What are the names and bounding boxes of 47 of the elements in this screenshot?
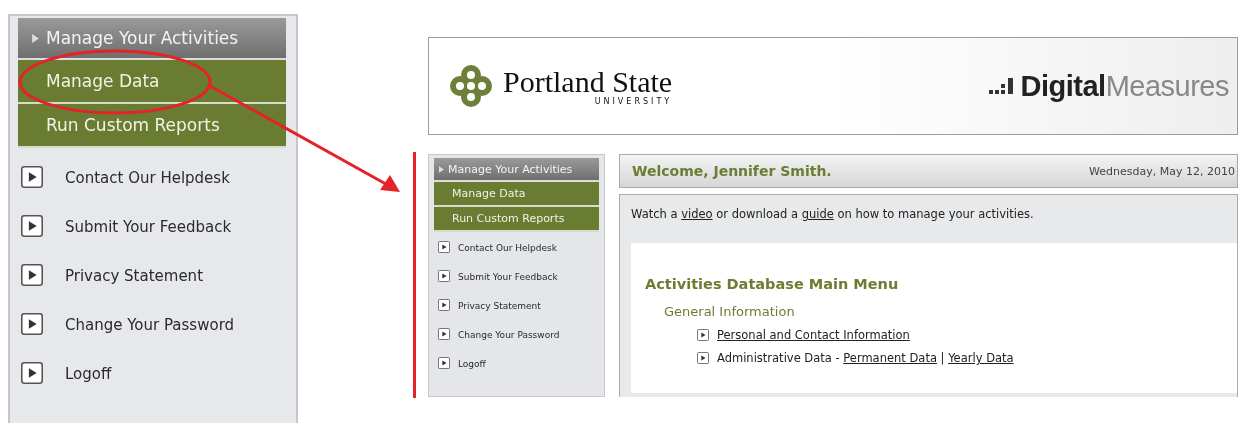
section-heading: General Information — [664, 304, 796, 319]
text-link[interactable]: Yearly Data — [948, 351, 1014, 365]
vendor-logo-text: DigitalMeasures — [1020, 69, 1229, 103]
play-box-icon — [438, 270, 450, 282]
clover-logo-icon — [449, 64, 493, 108]
text-link[interactable]: video — [681, 207, 713, 221]
university-name: Portland State — [503, 66, 673, 97]
play-box-icon — [697, 352, 709, 364]
main-menu-title: Activities Database Main Menu — [645, 276, 900, 292]
submenu-item[interactable]: Manage Data — [18, 60, 286, 104]
menu-link[interactable]: Privacy Statement — [65, 264, 203, 285]
entry-text: | — [939, 351, 946, 365]
menu-link[interactable]: Submit Your Feedback — [65, 215, 232, 236]
triangle-icon — [32, 33, 39, 43]
play-box-icon — [438, 299, 450, 311]
play-box-icon — [21, 362, 43, 384]
intro-text: Watch a video or download a guide on how to manage your activities. — [631, 207, 1035, 221]
play-box-icon — [438, 328, 450, 340]
text-link[interactable]: guide — [801, 207, 834, 221]
text-link[interactable]: Personal and Contact Information — [717, 328, 910, 342]
submenu-item[interactable]: Run Custom Reports — [18, 104, 286, 148]
play-box-icon — [21, 166, 43, 188]
menu-header-label: Manage Your Activities — [448, 162, 573, 176]
menu-link[interactable]: Change Your Password — [65, 313, 235, 334]
menu-link[interactable]: Privacy Statement — [458, 299, 541, 311]
menu-header[interactable]: Manage Your Activities — [434, 158, 599, 182]
text-link[interactable]: Permanent Data — [843, 351, 937, 365]
university-subtitle: UNIVERSITY — [594, 96, 673, 106]
triangle-icon — [439, 165, 444, 173]
menu-header-label: Manage Your Activities — [46, 28, 239, 48]
menu-link[interactable]: Change Your Password — [458, 328, 560, 340]
menu-link[interactable]: Contact Our Helpdesk — [65, 166, 230, 187]
submenu-item[interactable]: Run Custom Reports — [434, 207, 599, 232]
menu-link[interactable]: Submit Your Feedback — [458, 270, 558, 282]
welcome-heading: Welcome, Jennifer Smith. — [632, 163, 832, 179]
play-box-icon — [21, 215, 43, 237]
play-box-icon — [21, 264, 43, 286]
date-label: Wednesday, May 12, 2010 — [1089, 164, 1236, 178]
play-box-icon — [438, 241, 450, 253]
menu-link[interactable]: Logoff — [65, 362, 112, 383]
submenu-item[interactable]: Manage Data — [434, 182, 599, 207]
menu-link[interactable]: Logoff — [458, 357, 486, 369]
play-box-icon — [438, 357, 450, 369]
play-box-icon — [21, 313, 43, 335]
entry-text: Administrative Data - — [717, 351, 841, 365]
play-box-icon — [697, 329, 709, 341]
menu-link[interactable]: Contact Our Helpdesk — [458, 241, 557, 253]
